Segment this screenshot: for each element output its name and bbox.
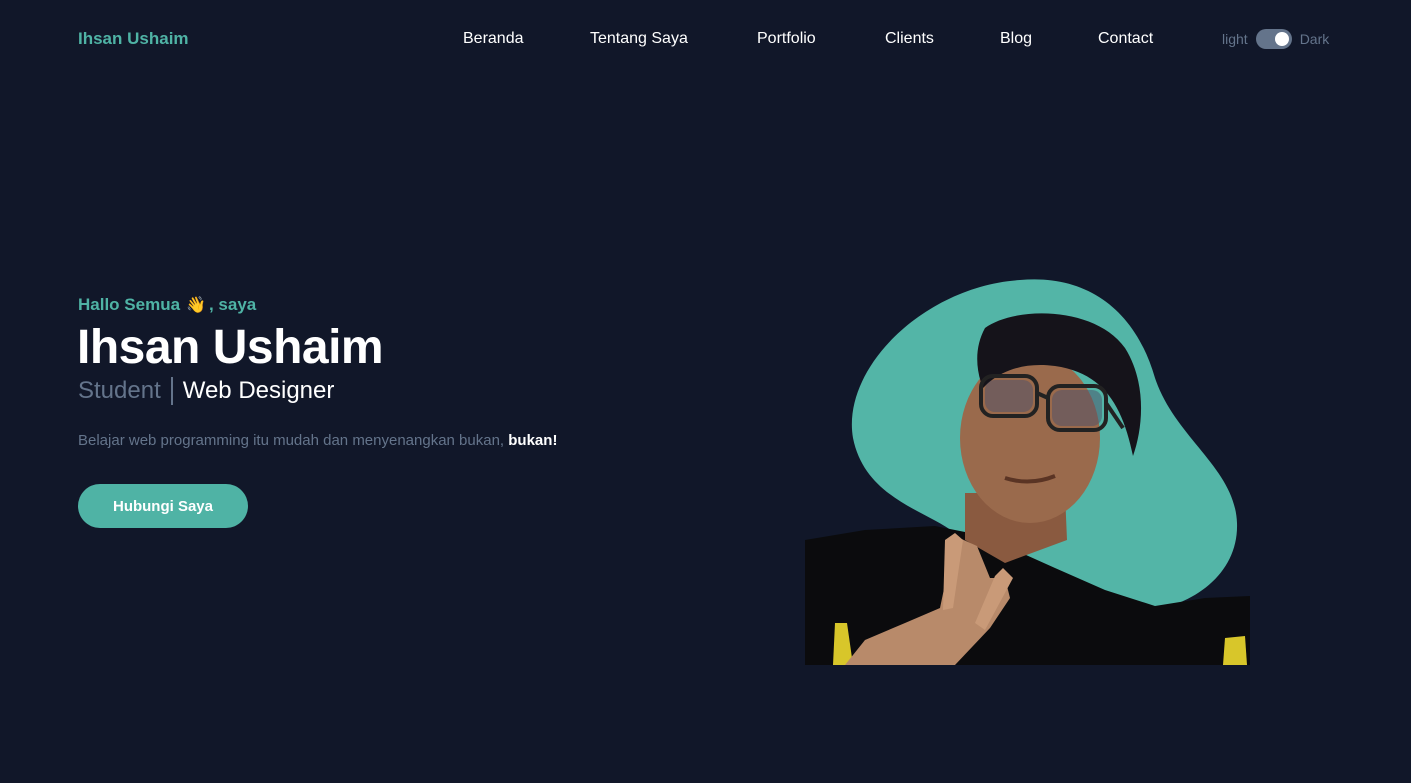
description-text: Belajar web programming itu mudah dan me… (78, 432, 505, 449)
profile-photo-illustration (805, 279, 1250, 665)
nav-item-beranda[interactable]: Beranda (463, 30, 524, 48)
page: Ihsan Ushaim Beranda Tentang Saya Portfo… (0, 0, 1411, 783)
hero-name: Ihsan Ushaim (77, 321, 384, 374)
nav-item-clients[interactable]: Clients (885, 30, 934, 48)
theme-toggle-group: light Dark (1222, 29, 1329, 49)
role-primary: Student (78, 377, 161, 404)
nav-item-contact[interactable]: Contact (1098, 30, 1153, 48)
theme-dark-label: Dark (1299, 31, 1330, 47)
contact-button[interactable]: Hubungi Saya (78, 484, 248, 528)
greeting-text: Hallo Semua (78, 295, 181, 314)
nav-item-blog[interactable]: Blog (1000, 30, 1032, 48)
toggle-knob (1274, 32, 1289, 46)
site-header: Ihsan Ushaim Beranda Tentang Saya Portfo… (0, 0, 1411, 80)
brand-logo[interactable]: Ihsan Ushaim (78, 29, 189, 49)
nav-item-tentang-saya[interactable]: Tentang Saya (590, 30, 688, 48)
theme-light-label: light (1222, 31, 1248, 47)
description-emphasis: bukan! (508, 432, 558, 449)
hero-photo (805, 278, 1250, 665)
waving-hand-icon: 👋 (186, 297, 206, 314)
hero-greeting: Hallo Semua 👋, saya (78, 295, 256, 315)
hero-description: Belajar web programming itu mudah dan me… (78, 432, 557, 449)
nav-item-portfolio[interactable]: Portfolio (757, 30, 816, 48)
role-divider (170, 377, 173, 405)
greeting-suffix: , saya (208, 295, 257, 314)
hero-roles: Student Web Designer (78, 377, 334, 405)
theme-toggle-switch[interactable] (1255, 29, 1292, 49)
role-secondary: Web Designer (182, 377, 335, 404)
